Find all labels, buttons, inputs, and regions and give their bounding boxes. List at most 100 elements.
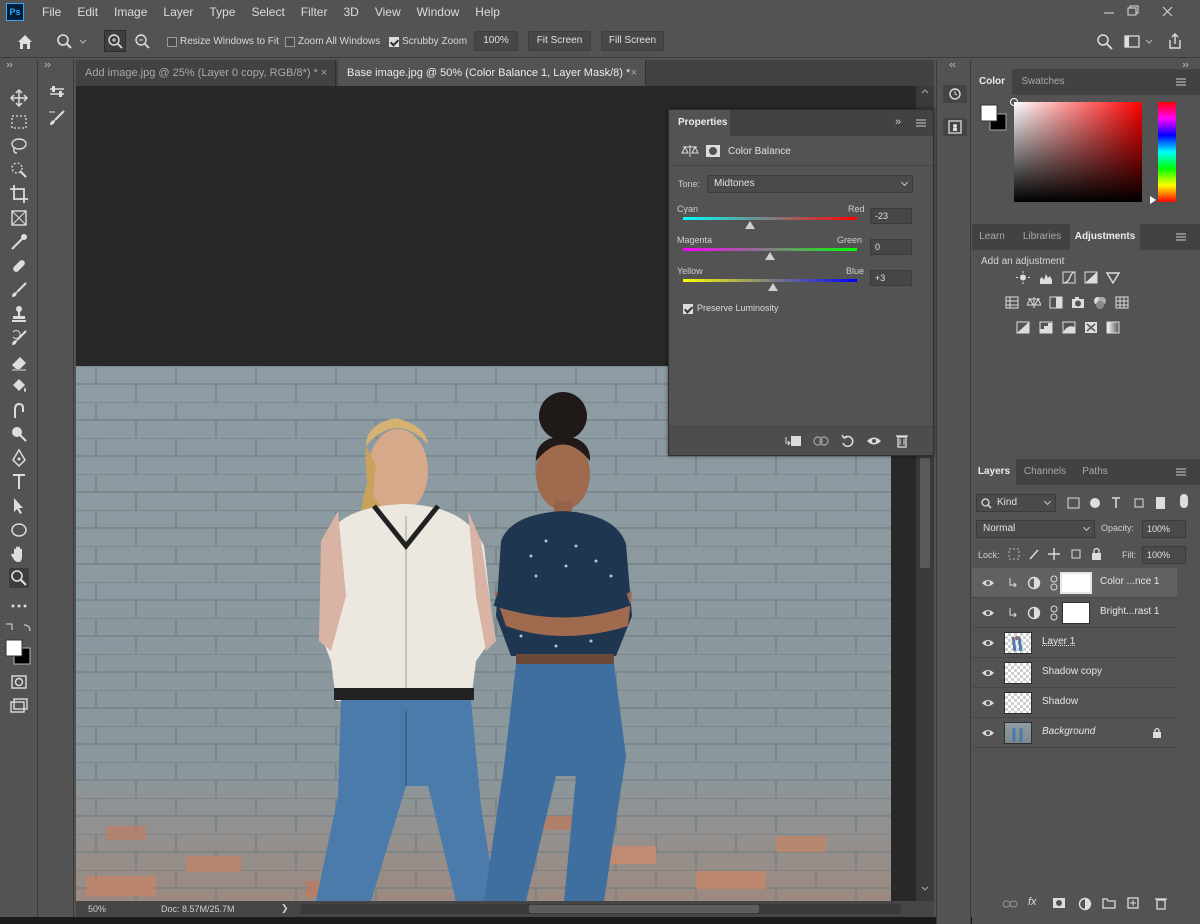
collapse-panel-icon[interactable]: » (895, 116, 901, 128)
new-adjustment-layer-icon[interactable] (1078, 897, 1092, 911)
menu-filter[interactable]: Filter (293, 0, 336, 24)
zoom-out-icon[interactable] (132, 31, 152, 51)
layer-mask-thumb[interactable] (1060, 572, 1092, 594)
layer-name[interactable]: Background (1042, 726, 1095, 737)
cyan-red-slider-track[interactable] (683, 217, 857, 220)
yellow-blue-value-input[interactable]: +3 (870, 270, 912, 286)
visibility-eye-icon[interactable] (981, 667, 995, 679)
selective-color-icon[interactable] (1084, 321, 1098, 334)
opacity-input[interactable]: 100% (1142, 520, 1186, 538)
color-picker-handle[interactable] (1010, 98, 1018, 106)
lock-icons[interactable] (1008, 547, 1104, 561)
menu-image[interactable]: Image (106, 0, 155, 24)
tab-add-image[interactable]: Add image.jpg @ 25% (Layer 0 copy, RGB/8… (76, 60, 336, 86)
quick-selection-tool-icon[interactable] (9, 160, 29, 180)
tab-channels[interactable]: Channels (1020, 459, 1070, 485)
pen-tool-icon[interactable] (9, 448, 29, 468)
smudge-tool-icon[interactable] (9, 400, 29, 420)
threshold-icon[interactable] (1062, 321, 1076, 334)
layer-thumb[interactable] (1004, 692, 1032, 714)
type-tool-icon[interactable] (9, 472, 29, 492)
layer-row-shadow[interactable]: Shadow (972, 688, 1177, 718)
menu-view[interactable]: View (367, 0, 409, 24)
screen-mode-icon[interactable] (9, 696, 29, 716)
layer-thumb[interactable] (1004, 722, 1032, 744)
cyan-red-slider-thumb[interactable] (744, 221, 755, 229)
delete-layer-icon[interactable] (1154, 896, 1168, 910)
fit-screen-button[interactable]: Fit Screen (528, 31, 591, 51)
cyan-red-value-input[interactable]: -23 (870, 208, 912, 224)
crop-tool-icon[interactable] (9, 184, 29, 204)
close-tab-icon[interactable]: × (631, 60, 637, 86)
menu-3d[interactable]: 3D (335, 0, 366, 24)
mask-link-icon[interactable] (1050, 575, 1058, 591)
workspace-icon[interactable] (1124, 34, 1158, 50)
tab-libraries[interactable]: Libraries (1016, 224, 1068, 250)
dodge-tool-icon[interactable] (9, 424, 29, 444)
layer-mask-thumb[interactable] (1062, 602, 1090, 624)
scrollbar-thumb[interactable] (920, 458, 930, 568)
panel-collapse-icon[interactable] (4, 62, 34, 68)
layer-row-color-balance[interactable]: Color ...nce 1 (972, 568, 1177, 598)
path-selection-tool-icon[interactable] (9, 496, 29, 516)
horizontal-scrollbar[interactable] (301, 904, 901, 914)
tab-paths[interactable]: Paths (1074, 459, 1116, 485)
fill-screen-button[interactable]: Fill Screen (601, 31, 664, 51)
hue-slider[interactable] (1150, 102, 1176, 204)
layer-mask-icon[interactable] (705, 144, 721, 158)
zoom-in-icon[interactable] (104, 30, 126, 52)
layer-row-layer-1[interactable]: Layer 1 (972, 628, 1177, 658)
clone-stamp-tool-icon[interactable] (9, 304, 29, 324)
layer-style-fx-icon[interactable]: fx (1028, 896, 1037, 908)
history-brush-tool-icon[interactable] (9, 328, 29, 348)
tab-adjustments[interactable]: Adjustments (1070, 224, 1140, 250)
new-group-icon[interactable] (1102, 897, 1116, 909)
curves-icon[interactable] (1062, 271, 1076, 284)
vibrance-icon[interactable] (1106, 271, 1120, 284)
preserve-luminosity-checkbox[interactable] (683, 304, 693, 314)
panel-menu-icon[interactable] (916, 119, 926, 127)
tab-properties[interactable]: Properties (669, 110, 730, 136)
layer-filter-select[interactable]: Kind (976, 494, 1056, 512)
layer-row-background[interactable]: Background (972, 718, 1177, 748)
fg-bg-color-swatch[interactable] (980, 104, 1008, 132)
more-tools-icon[interactable] (9, 596, 29, 616)
photo-filter-icon[interactable] (1071, 296, 1085, 309)
visibility-eye-icon[interactable] (981, 577, 995, 589)
layer-name[interactable]: Bright...rast 1 (1100, 606, 1159, 617)
paint-bucket-tool-icon[interactable] (9, 376, 29, 396)
eyedropper-tool-icon[interactable] (9, 232, 29, 252)
resize-windows-checkbox[interactable] (167, 37, 177, 47)
tab-learn[interactable]: Learn (972, 224, 1012, 250)
zoom-level[interactable]: 50% (88, 904, 106, 914)
view-previous-state-icon[interactable] (811, 434, 831, 448)
channel-mixer-icon[interactable] (1093, 296, 1107, 309)
delete-icon[interactable] (895, 433, 909, 449)
link-layers-icon[interactable] (1002, 898, 1018, 910)
color-swatches[interactable] (4, 622, 34, 666)
layer-name[interactable]: Shadow (1042, 696, 1078, 707)
yellow-blue-slider-thumb[interactable] (767, 283, 778, 291)
properties-panel-icon[interactable] (47, 84, 67, 104)
zoom-all-windows-checkbox[interactable] (285, 37, 295, 47)
ellipse-tool-icon[interactable] (9, 520, 29, 540)
tone-select[interactable]: Midtones (707, 175, 913, 193)
lasso-tool-icon[interactable] (9, 136, 29, 156)
magenta-green-slider-track[interactable] (683, 248, 857, 251)
tab-base-image[interactable]: Base image.jpg @ 50% (Color Balance 1, L… (338, 60, 646, 86)
home-icon[interactable] (16, 33, 34, 51)
menu-select[interactable]: Select (243, 0, 292, 24)
fill-input[interactable]: 100% (1142, 546, 1186, 564)
add-mask-icon[interactable] (1052, 897, 1066, 909)
posterize-icon[interactable] (1039, 321, 1053, 334)
visibility-eye-icon[interactable] (866, 435, 882, 447)
tab-layers[interactable]: Layers (972, 459, 1016, 485)
close-window-button[interactable] (1152, 0, 1186, 24)
quick-mask-icon[interactable] (9, 672, 29, 692)
menu-edit[interactable]: Edit (69, 0, 106, 24)
layer-row-brightness-contrast[interactable]: Bright...rast 1 (972, 598, 1177, 628)
zoom-100-button[interactable]: 100% (474, 31, 518, 51)
tab-swatches[interactable]: Swatches (1016, 69, 1070, 95)
scrollbar-thumb[interactable] (529, 905, 759, 913)
menu-help[interactable]: Help (467, 0, 508, 24)
